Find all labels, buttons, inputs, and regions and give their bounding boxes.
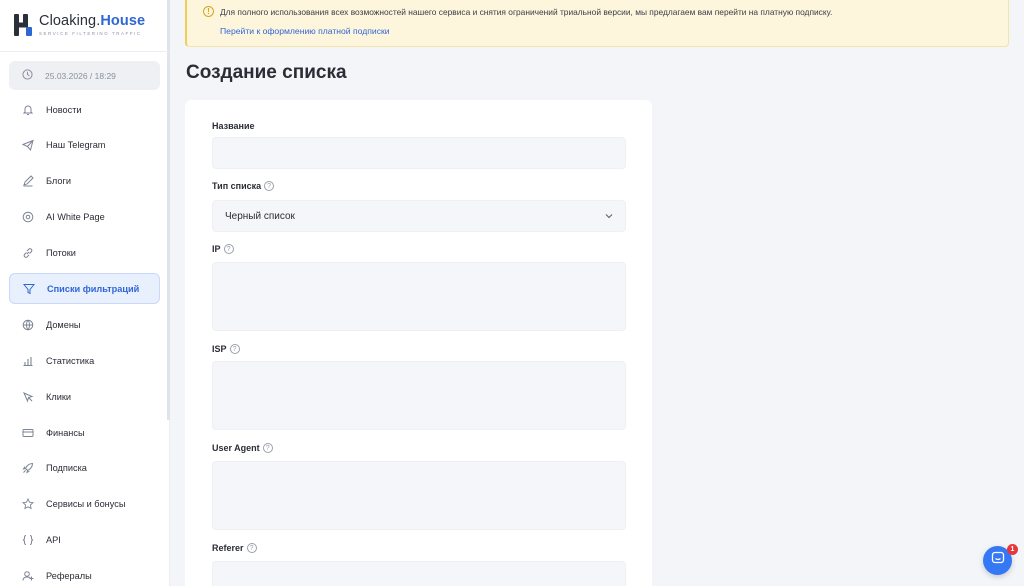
- sidebar-item-label: Домены: [46, 319, 81, 330]
- user-agent-label: User Agent ?: [212, 443, 273, 453]
- help-icon[interactable]: ?: [246, 543, 257, 553]
- help-icon[interactable]: ?: [223, 244, 234, 254]
- sidebar-item-subscription[interactable]: Подписка: [9, 453, 160, 484]
- bell-icon: [21, 103, 34, 116]
- sidebar-item-label: Сервисы и бонусы: [46, 499, 126, 510]
- sidebar-item-label: Наш Telegram: [46, 140, 106, 151]
- sidebar-item-clicks[interactable]: Клики: [9, 381, 160, 412]
- sidebar-item-label: Блоги: [46, 176, 71, 187]
- trial-banner: ! Для полного использования всех возможн…: [185, 0, 1009, 47]
- ip-label: IP ?: [212, 244, 234, 254]
- ip-textarea[interactable]: [212, 262, 626, 331]
- sidebar-nav: Новости Наш Telegram Блоги AI White Page…: [9, 94, 160, 586]
- sidebar-item-statistics[interactable]: Статистика: [9, 345, 160, 376]
- sidebar-item-blogs[interactable]: Блоги: [9, 166, 160, 197]
- pen-icon: [21, 175, 34, 188]
- isp-textarea[interactable]: [212, 361, 626, 430]
- sidebar: Cloaking.House SERVICE FILTERING TRAFFIC…: [0, 0, 170, 586]
- banner-message: Для полного использования всех возможнос…: [220, 7, 833, 17]
- chat-icon: [991, 551, 1005, 570]
- chart-icon: [21, 354, 34, 367]
- sidebar-item-label: API: [46, 535, 61, 546]
- brand-name: Cloaking.House: [39, 13, 146, 29]
- sidebar-item-label: Рефералы: [46, 571, 92, 582]
- datetime-text: 25.03.2026 / 18:29: [45, 70, 116, 81]
- card-icon: [21, 426, 34, 439]
- sidebar-item-api[interactable]: API: [9, 525, 160, 556]
- help-icon[interactable]: ?: [262, 443, 273, 453]
- sidebar-item-label: Статистика: [46, 355, 95, 366]
- warning-icon: !: [203, 6, 214, 17]
- sidebar-item-label: Потоки: [46, 248, 76, 259]
- user-plus-icon: [21, 570, 34, 583]
- sidebar-item-services-bonuses[interactable]: Сервисы и бонусы: [9, 489, 160, 520]
- isp-label: ISP ?: [212, 344, 240, 354]
- page-title: Создание списка: [186, 62, 347, 83]
- sidebar-item-label: AI White Page: [46, 212, 105, 223]
- star-icon: [21, 498, 34, 511]
- braces-icon: [21, 534, 34, 547]
- sidebar-item-label: Клики: [46, 391, 71, 402]
- chevron-down-icon: [605, 212, 613, 220]
- datetime-display: 25.03.2026 / 18:29: [9, 61, 160, 90]
- logo[interactable]: Cloaking.House SERVICE FILTERING TRAFFIC: [14, 13, 145, 36]
- sidebar-item-streams[interactable]: Потоки: [9, 238, 160, 269]
- sidebar-item-referrals[interactable]: Рефералы: [9, 561, 160, 586]
- help-icon[interactable]: ?: [264, 181, 275, 191]
- sidebar-item-domains[interactable]: Домены: [9, 309, 160, 340]
- sidebar-scrollbar[interactable]: [167, 0, 170, 420]
- brand-tagline: SERVICE FILTERING TRAFFIC: [39, 31, 142, 36]
- list-type-select[interactable]: Черный список: [212, 200, 626, 232]
- filter-icon: [22, 282, 35, 295]
- clock-icon: [22, 69, 33, 82]
- cursor-icon: [21, 390, 34, 403]
- list-type-label: Тип списка ?: [212, 181, 275, 191]
- ai-icon: [21, 211, 34, 224]
- sidebar-item-telegram[interactable]: Наш Telegram: [9, 130, 160, 161]
- create-list-form: Название Тип списка ? Черный список IP ?…: [185, 100, 652, 586]
- divider: [0, 51, 169, 52]
- referer-textarea[interactable]: [212, 561, 626, 586]
- logo-icon: [14, 14, 33, 36]
- list-type-value: Черный список: [225, 210, 295, 222]
- telegram-icon: [21, 139, 34, 152]
- notification-badge: 1: [1007, 544, 1018, 555]
- sidebar-item-label: Подписка: [46, 463, 87, 474]
- referer-label: Referer ?: [212, 543, 257, 553]
- rocket-icon: [21, 462, 34, 475]
- sidebar-item-label: Финансы: [46, 427, 85, 438]
- name-input[interactable]: [212, 137, 626, 169]
- sidebar-item-news[interactable]: Новости: [9, 94, 160, 125]
- name-label: Название: [212, 121, 255, 131]
- sidebar-item-ai-white-page[interactable]: AI White Page: [9, 202, 160, 233]
- help-icon[interactable]: ?: [229, 344, 240, 354]
- sidebar-item-finance[interactable]: Финансы: [9, 417, 160, 448]
- sidebar-item-filter-lists[interactable]: Списки фильтраций: [9, 273, 160, 305]
- sidebar-item-label: Новости: [46, 104, 82, 115]
- sidebar-item-label: Списки фильтраций: [47, 283, 140, 294]
- globe-icon: [21, 318, 34, 331]
- user-agent-textarea[interactable]: [212, 461, 626, 530]
- upgrade-link[interactable]: Перейти к оформлению платной подписки: [220, 26, 390, 36]
- link-icon: [21, 247, 34, 260]
